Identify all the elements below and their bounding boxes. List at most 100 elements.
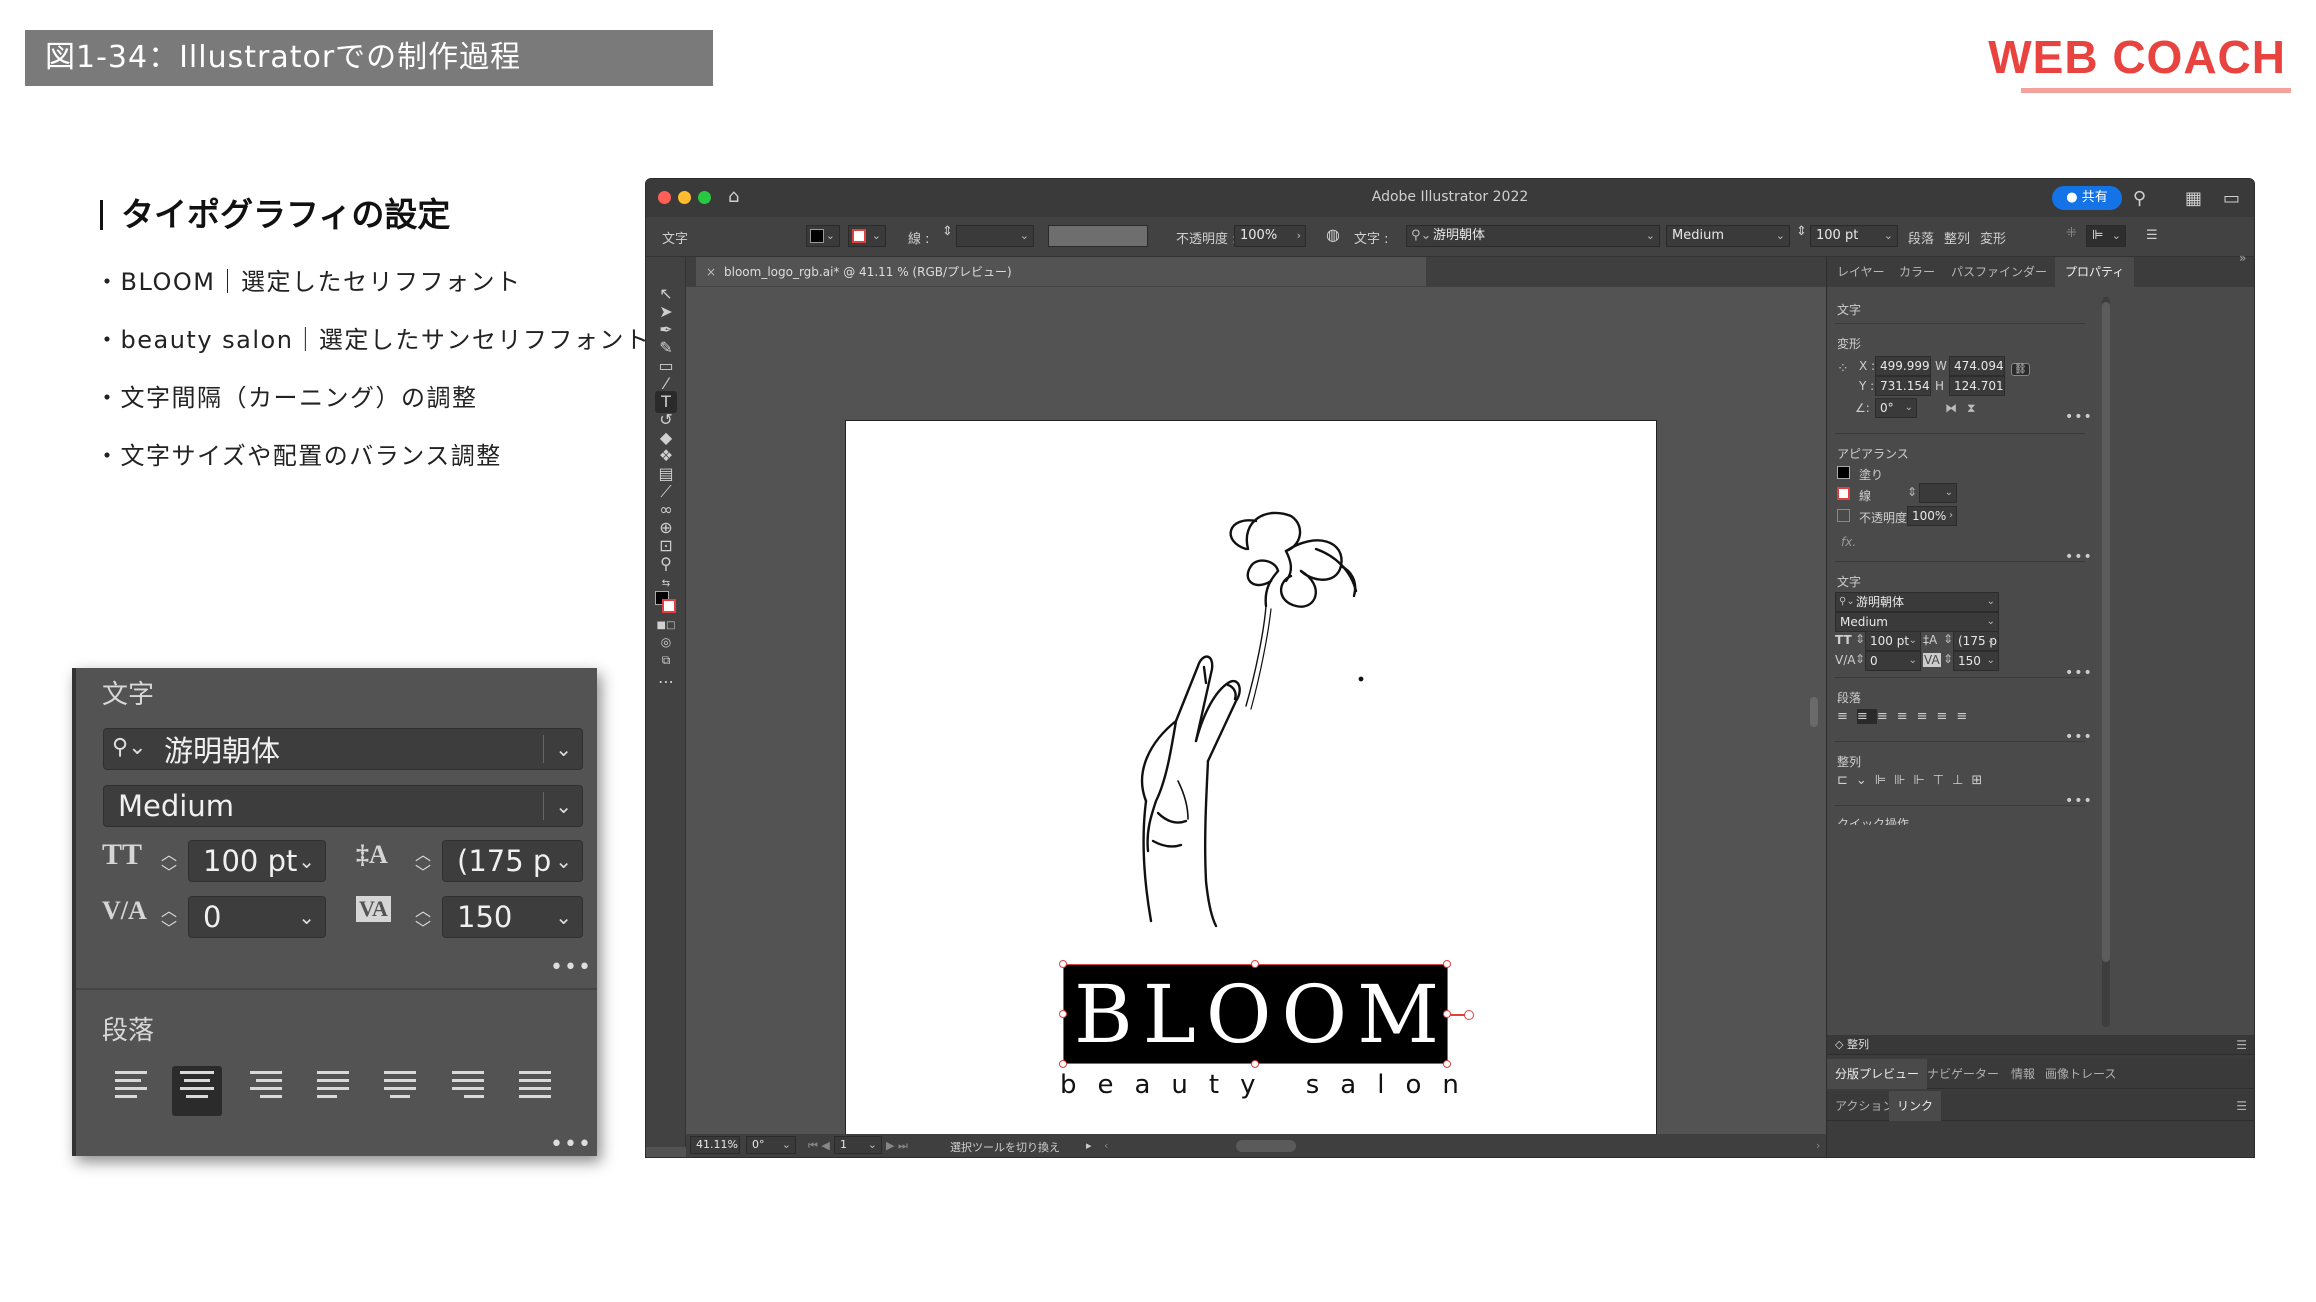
- leading-stepper[interactable]: ⇕: [1943, 632, 1953, 646]
- transform-link[interactable]: 変形: [1980, 228, 2006, 247]
- screen-mode-icon[interactable]: ⧉: [655, 649, 677, 671]
- justify-left-button[interactable]: [308, 1066, 358, 1116]
- w-field[interactable]: 474.094: [1949, 356, 2005, 376]
- arrange-documents-icon[interactable]: ⊫ ⌄: [2086, 225, 2126, 247]
- font-family-select[interactable]: ⚲⌄ 游明朝体 ⌄: [1406, 225, 1660, 247]
- menu-icon[interactable]: ☰: [2146, 228, 2158, 243]
- zoom-font-style-select[interactable]: Medium ⌄: [103, 785, 583, 827]
- justify-all-button[interactable]: [510, 1066, 560, 1116]
- recolor-icon[interactable]: ◍: [1326, 225, 1340, 244]
- horizontal-scrollbar[interactable]: [1236, 1140, 1296, 1152]
- scroll-left-icon[interactable]: ‹: [1104, 1139, 1108, 1152]
- variable-width-profile[interactable]: [1048, 225, 1148, 247]
- align-link[interactable]: 整列: [1944, 228, 1970, 247]
- zoom-tracking-field[interactable]: 150 ⌄: [442, 896, 583, 938]
- zoom-kerning-field[interactable]: 0 ⌄: [188, 896, 326, 938]
- stroke-swatch[interactable]: [1837, 487, 1850, 500]
- selection-handle[interactable]: [1443, 1060, 1451, 1068]
- zoom-font-family-select[interactable]: ⚲⌄ 游明朝体 ⌄: [103, 728, 583, 770]
- selection-handle[interactable]: [1059, 960, 1067, 968]
- zoom-leading-field[interactable]: (175 p ⌄: [442, 840, 583, 882]
- vertical-scrollbar[interactable]: [1810, 697, 1818, 727]
- document-tab[interactable]: × bloom_logo_rgb.ai* @ 41.11 % (RGB/プレビュ…: [696, 257, 1426, 287]
- canvas-area[interactable]: BLOOM beauty salon: [686, 287, 1826, 1157]
- align-panel-tab[interactable]: ◇ 整列: [1827, 1035, 1877, 1055]
- grid-icon[interactable]: ⁜: [2066, 226, 2077, 241]
- char-more-button[interactable]: •••: [2065, 665, 2093, 681]
- kerning-stepper[interactable]: ⇕: [1855, 652, 1865, 666]
- close-tab-icon[interactable]: ×: [706, 257, 716, 287]
- fx-button[interactable]: fx.: [1841, 535, 1856, 549]
- fill-swatch[interactable]: [1837, 466, 1850, 479]
- tab-image-trace[interactable]: 画像トレース: [2037, 1059, 2124, 1089]
- size-stepper[interactable]: ︿ ﹀: [158, 846, 180, 882]
- tab-properties[interactable]: プロパティ: [2055, 257, 2135, 287]
- transform-more-button[interactable]: •••: [2065, 409, 2093, 425]
- h-field[interactable]: 124.701: [1949, 376, 2005, 396]
- paragraph-link[interactable]: 段落: [1908, 228, 1934, 247]
- reference-point-icon[interactable]: ⁘: [1837, 361, 1849, 377]
- align-buttons[interactable]: ⊏⌄⊫⊪⊩⊤⊥⊞: [1837, 773, 1990, 788]
- selection-handle[interactable]: [1059, 1060, 1067, 1068]
- x-field[interactable]: 499.999: [1875, 356, 1931, 376]
- artboard-number-field[interactable]: 1 ⌄: [834, 1136, 882, 1154]
- stroke-weight-stepper[interactable]: ⇕: [942, 224, 953, 239]
- zoom-level-field[interactable]: 41.11% ⌄: [690, 1136, 740, 1154]
- flip-horizontal-icon[interactable]: ⧓: [1945, 401, 1957, 415]
- align-left-button[interactable]: [107, 1066, 157, 1116]
- stroke-weight-field[interactable]: ⌄: [956, 225, 1034, 247]
- fill-stroke-widget[interactable]: [655, 591, 677, 613]
- size-stepper[interactable]: ⇕: [1855, 632, 1865, 646]
- out-port-handle[interactable]: [1464, 1010, 1474, 1020]
- search-icon[interactable]: ⚲: [2133, 188, 2146, 209]
- font-style-select[interactable]: Medium ⌄: [1835, 612, 1999, 632]
- stroke-swatch[interactable]: ⌄: [848, 225, 886, 247]
- leading-stepper[interactable]: ︿ ﹀: [412, 846, 434, 882]
- justify-right-button[interactable]: [443, 1066, 493, 1116]
- collapse-icon[interactable]: »: [2239, 251, 2246, 265]
- status-menu-icon[interactable]: ▸: [1086, 1139, 1092, 1152]
- align-more-button[interactable]: •••: [2065, 793, 2093, 809]
- kerning-stepper[interactable]: ︿ ﹀: [158, 902, 180, 938]
- tracking-stepper[interactable]: ︿ ﹀: [412, 902, 434, 938]
- zoom-tool-icon[interactable]: ⚲: [655, 553, 677, 575]
- tab-layers[interactable]: レイヤー: [1827, 257, 1895, 287]
- opacity-field[interactable]: 100% ›: [1907, 506, 1957, 526]
- next-artboard-icons[interactable]: ▶ ⏭: [886, 1139, 908, 1153]
- tracking-stepper[interactable]: ⇕: [1943, 652, 1953, 666]
- stroke-weight-field[interactable]: ⌄: [1919, 483, 1957, 503]
- selection-handle[interactable]: [1251, 960, 1259, 968]
- rotation-field[interactable]: 0° ⌄: [746, 1136, 796, 1154]
- font-size-stepper[interactable]: ⇕: [1796, 224, 1807, 239]
- workspace-icon[interactable]: ▦: [2185, 188, 2202, 209]
- stroke-stepper[interactable]: ⇕: [1907, 485, 1917, 499]
- artboard[interactable]: BLOOM beauty salon: [845, 420, 1657, 1157]
- y-field[interactable]: 731.154: [1875, 376, 1931, 396]
- font-size-field[interactable]: 100 pt ⌄: [1865, 631, 1921, 651]
- kerning-field[interactable]: 0 ⌄: [1865, 651, 1921, 671]
- appearance-more-button[interactable]: •••: [2065, 549, 2093, 565]
- selection-handle[interactable]: [1443, 960, 1451, 968]
- angle-field[interactable]: 0° ⌄: [1875, 398, 1917, 418]
- scroll-right-icon[interactable]: ›: [1816, 1139, 1820, 1152]
- zoom-font-size-field[interactable]: 100 pt ⌄: [188, 840, 326, 882]
- panel-menu-icon[interactable]: ☰: [2228, 1035, 2254, 1055]
- tab-separations-preview[interactable]: 分版プレビュー: [1827, 1059, 1928, 1089]
- fill-swatch[interactable]: ⌄: [806, 225, 840, 247]
- tab-color[interactable]: カラー: [1889, 257, 1945, 287]
- align-center-button[interactable]: [172, 1066, 222, 1116]
- edit-toolbar-icon[interactable]: ⋯: [655, 671, 677, 693]
- tab-links[interactable]: リンク: [1889, 1091, 1942, 1121]
- panel-toggle-icon[interactable]: ▭: [2223, 188, 2240, 209]
- properties-scroll-thumb[interactable]: [2102, 302, 2110, 962]
- tab-navigator[interactable]: ナビゲーター: [1919, 1059, 2007, 1089]
- align-right-button[interactable]: [240, 1066, 290, 1116]
- bloom-text-frame[interactable]: BLOOM: [1063, 964, 1448, 1064]
- opacity-field[interactable]: 100% ›: [1234, 225, 1306, 247]
- flip-vertical-icon[interactable]: ⧗: [1967, 401, 1975, 416]
- font-size-field[interactable]: 100 pt ⌄: [1810, 225, 1898, 247]
- paragraph-more-button[interactable]: •••: [2065, 729, 2093, 745]
- selection-handle[interactable]: [1251, 1060, 1259, 1068]
- prev-artboard-icons[interactable]: ⏮ ◀: [808, 1139, 830, 1153]
- paragraph-align-buttons[interactable]: ≡≡≡≡≡≡≡: [1837, 709, 1976, 724]
